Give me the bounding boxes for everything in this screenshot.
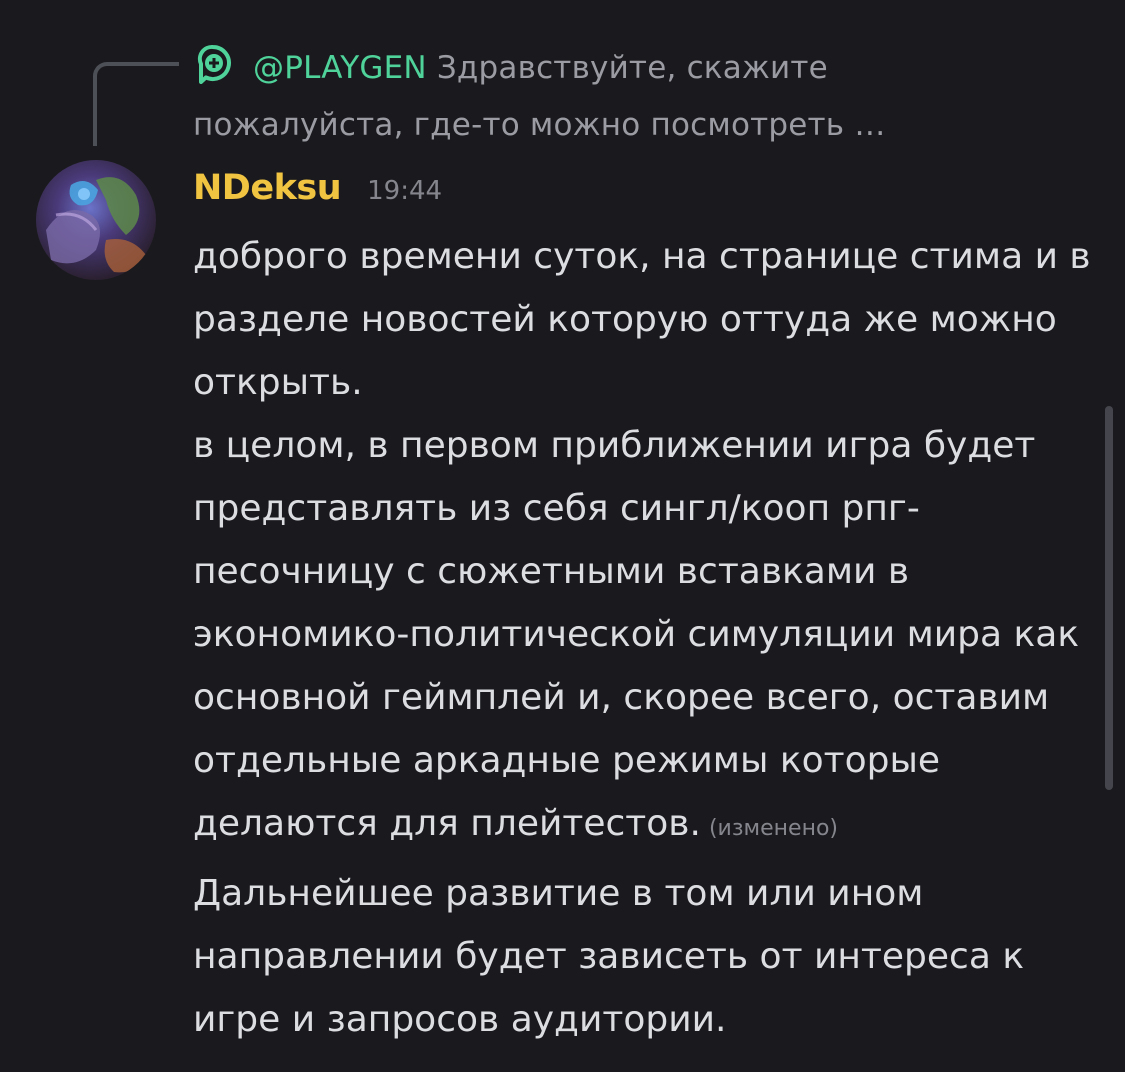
message-paragraph-3: Дальнейшее развитие в том или ином напра… bbox=[193, 873, 1025, 1040]
message-paragraph-2: в целом, в первом приближении игра будет… bbox=[193, 414, 1103, 860]
message-header: NDeksu 19:44 bbox=[193, 168, 442, 218]
reply-preview[interactable]: @PLAYGEN Здравствуйте, скажите пожалуйста… bbox=[193, 40, 993, 154]
reply-text-line1: Здравствуйте, скажите bbox=[436, 50, 828, 86]
plus-bubble-icon bbox=[193, 44, 233, 84]
author-name[interactable]: NDeksu bbox=[193, 168, 342, 208]
reply-author[interactable]: @PLAYGEN bbox=[253, 50, 427, 86]
scrollbar[interactable] bbox=[1105, 406, 1113, 790]
message-paragraph-2-text: в целом, в первом приближении игра будет… bbox=[193, 425, 1080, 844]
message-paragraph-1: доброго времени суток, на странице стима… bbox=[193, 236, 1091, 403]
timestamp: 19:44 bbox=[367, 176, 443, 206]
reply-text-line2: пожалуйста, где-то можно посмотреть … bbox=[193, 107, 886, 143]
edited-label: (изменено) bbox=[708, 816, 838, 841]
reply-connector-line bbox=[93, 62, 179, 146]
avatar[interactable] bbox=[36, 160, 156, 280]
message-body: доброго времени суток, на странице стима… bbox=[193, 225, 1103, 1051]
